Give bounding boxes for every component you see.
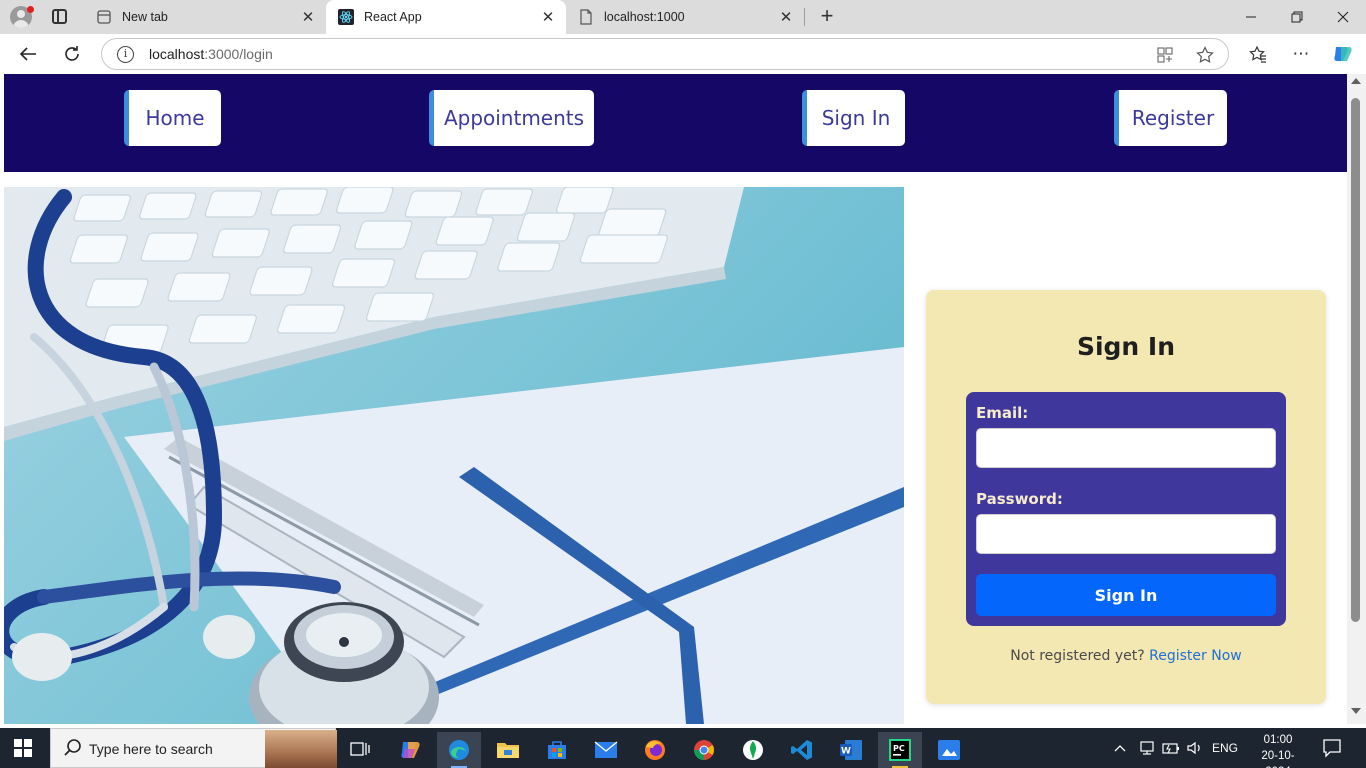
- scroll-thumb[interactable]: [1351, 98, 1360, 622]
- sign-in-card: Sign In Email: Password: Sign In Not reg…: [926, 290, 1326, 704]
- nav-home-link[interactable]: Home: [124, 90, 221, 146]
- svg-text:PC: PC: [893, 744, 905, 753]
- favorite-star-icon[interactable]: [1195, 45, 1215, 65]
- clipboard-illustration: [124, 347, 904, 724]
- copilot-sidebar-icon[interactable]: [1331, 42, 1355, 66]
- url-text[interactable]: localhost:3000/login: [149, 46, 273, 62]
- firefox-icon[interactable]: [633, 732, 677, 768]
- browser-toolbar: i localhost:3000/login ⋯: [0, 34, 1366, 74]
- tab-title: localhost:1000: [604, 10, 685, 24]
- search-icon: [64, 739, 81, 756]
- chrome-icon[interactable]: [682, 732, 726, 768]
- minimize-icon[interactable]: [1228, 0, 1274, 34]
- register-prompt: Not registered yet? Register Now: [926, 648, 1326, 664]
- windows-taskbar: Type here to search W PC ENG 01:00 20-10…: [0, 728, 1366, 768]
- edge-icon[interactable]: [437, 732, 481, 768]
- vscode-icon[interactable]: [780, 732, 824, 768]
- close-window-icon[interactable]: [1320, 0, 1366, 34]
- browser-tab-strip: New tab ✕ React App ✕ localhost:1000 ✕ +: [0, 0, 1366, 34]
- sign-in-heading: Sign In: [1076, 332, 1176, 361]
- tab-new-tab[interactable]: New tab ✕: [84, 0, 326, 34]
- back-arrow-icon[interactable]: [13, 39, 43, 69]
- show-hidden-icons-chevron-icon[interactable]: [1113, 728, 1127, 768]
- mongodb-compass-icon[interactable]: [731, 732, 775, 768]
- page-scrollbar[interactable]: [1347, 74, 1366, 724]
- register-prompt-text: Not registered yet?: [1010, 648, 1145, 664]
- page-viewport: Home Appointments Sign In Register Sign …: [4, 74, 1347, 724]
- pycharm-icon[interactable]: PC: [878, 732, 922, 768]
- new-tab-plus-icon[interactable]: +: [816, 4, 838, 28]
- tab-title: New tab: [122, 10, 168, 24]
- input-language[interactable]: ENG: [1212, 728, 1238, 768]
- password-label: Password:: [976, 490, 1063, 508]
- search-placeholder: Type here to search: [89, 741, 213, 757]
- hero-stethoscope-image: [4, 187, 904, 724]
- notification-dot: [27, 6, 34, 13]
- close-tab-icon[interactable]: ✕: [536, 8, 560, 26]
- search-highlight-image: [265, 730, 337, 768]
- tab-react-app[interactable]: React App ✕: [326, 0, 566, 34]
- new-tab-page-icon: [96, 9, 112, 25]
- mail-icon[interactable]: [584, 732, 628, 768]
- tab-title: React App: [364, 10, 422, 24]
- windows-start-icon[interactable]: [14, 739, 32, 757]
- snipping-tool-icon[interactable]: [927, 732, 971, 768]
- email-label: Email:: [976, 404, 1029, 422]
- email-field[interactable]: [976, 428, 1276, 468]
- refresh-icon[interactable]: [57, 39, 87, 69]
- app-available-icon[interactable]: [1155, 45, 1175, 65]
- password-field[interactable]: [976, 514, 1276, 554]
- tab-separator: [804, 8, 805, 26]
- file-explorer-icon[interactable]: [486, 732, 530, 768]
- taskbar-search-box[interactable]: Type here to search: [50, 728, 337, 768]
- scroll-down-arrow-icon[interactable]: [1351, 708, 1361, 714]
- close-tab-icon[interactable]: ✕: [296, 8, 320, 26]
- react-icon: [338, 9, 354, 25]
- register-now-link[interactable]: Register Now: [1149, 648, 1242, 664]
- nav-register-link[interactable]: Register: [1114, 90, 1227, 146]
- close-tab-icon[interactable]: ✕: [774, 8, 798, 26]
- document-icon: [578, 9, 594, 25]
- task-view-icon[interactable]: [338, 732, 382, 768]
- clock-time: 01:00: [1263, 734, 1293, 746]
- battery-icon[interactable]: [1162, 728, 1180, 768]
- microsoft-store-icon[interactable]: [535, 732, 579, 768]
- address-bar[interactable]: i localhost:3000/login: [101, 38, 1229, 70]
- nav-appointments-link[interactable]: Appointments: [429, 90, 594, 146]
- copilot-icon[interactable]: [388, 732, 432, 768]
- system-clock[interactable]: 01:00 20-10-2024: [1250, 732, 1306, 768]
- sign-in-button[interactable]: Sign In: [976, 574, 1276, 616]
- restore-icon[interactable]: [1274, 0, 1320, 34]
- network-icon[interactable]: [1139, 728, 1155, 768]
- svg-text:W: W: [841, 747, 851, 757]
- scroll-up-arrow-icon[interactable]: [1351, 78, 1361, 84]
- site-navbar: Home Appointments Sign In Register: [4, 74, 1347, 172]
- sign-in-form: Email: Password: Sign In: [966, 392, 1286, 626]
- tab-actions-icon[interactable]: [52, 9, 67, 24]
- word-icon[interactable]: W: [829, 732, 873, 768]
- notifications-icon[interactable]: [1322, 738, 1342, 758]
- site-info-icon[interactable]: i: [117, 46, 134, 63]
- favorites-icon[interactable]: [1246, 42, 1270, 66]
- more-options-icon[interactable]: ⋯: [1289, 42, 1313, 66]
- nav-sign-in-link[interactable]: Sign In: [802, 90, 905, 146]
- tab-localhost-1000[interactable]: localhost:1000 ✕: [566, 0, 804, 34]
- volume-icon[interactable]: [1186, 728, 1204, 768]
- clock-date: 20-10-2024: [1261, 750, 1295, 768]
